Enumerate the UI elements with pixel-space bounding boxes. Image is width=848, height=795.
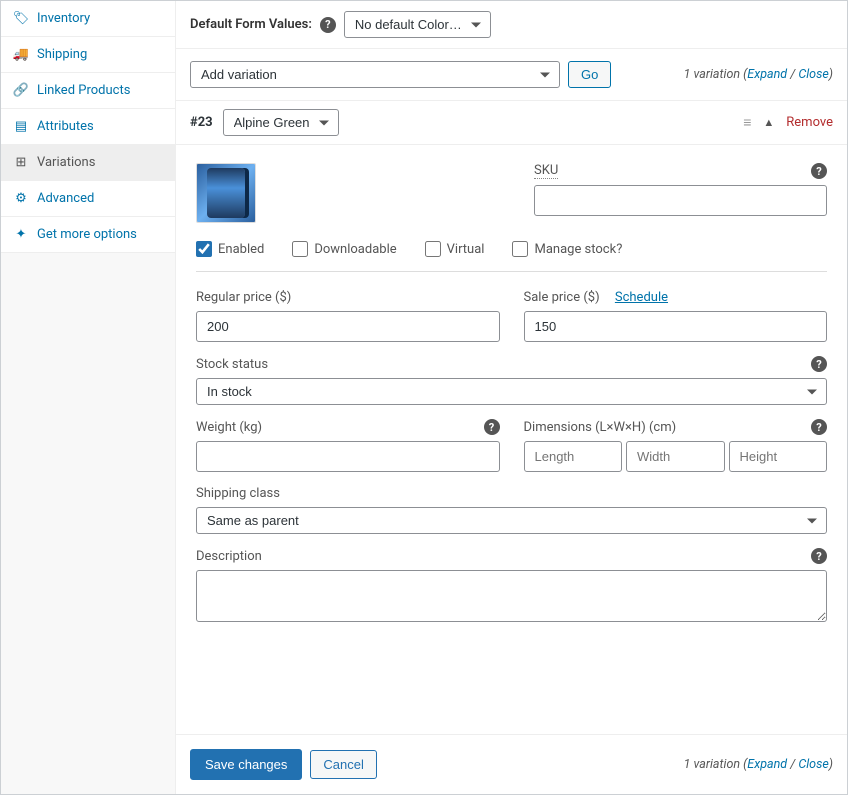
sku-input[interactable] [534, 185, 827, 216]
link-icon: 🔗 [13, 83, 29, 98]
variations-panel: Default Form Values: ? No default Color…… [176, 1, 847, 794]
drag-handle-icon[interactable]: ≡ [743, 114, 751, 131]
sale-price-input[interactable] [524, 311, 828, 342]
downloadable-checkbox[interactable] [292, 241, 308, 257]
shipping-class-select[interactable]: Same as parent [196, 507, 827, 534]
close-link[interactable]: Close [798, 67, 828, 82]
weight-label: Weight (kg) [196, 420, 262, 435]
product-thumbnail-icon [207, 168, 245, 218]
save-changes-button[interactable]: Save changes [190, 749, 302, 780]
help-icon[interactable]: ? [811, 548, 827, 564]
variation-checkboxes: Enabled Downloadable Virtual Manage stoc… [196, 237, 827, 272]
enabled-checkbox[interactable] [196, 241, 212, 257]
height-input[interactable] [729, 441, 828, 472]
expand-link-footer[interactable]: Expand [747, 757, 787, 772]
sidebar-item-inventory[interactable]: 🏷 Inventory [1, 1, 175, 37]
dimensions-label: Dimensions (L×W×H) (cm) [524, 420, 677, 435]
help-icon[interactable]: ? [811, 419, 827, 435]
variation-header[interactable]: #23 Alpine Green ≡ ▲ Remove [176, 101, 847, 145]
product-data-panel: 🏷 Inventory 🚚 Shipping 🔗 Linked Products… [0, 0, 848, 795]
variations-toolbar: Add variation Go 1 variation (Expand / C… [176, 49, 847, 101]
default-color-select[interactable]: No default Color… [344, 11, 491, 38]
description-label: Description [196, 549, 262, 564]
help-icon[interactable]: ? [811, 163, 827, 179]
truck-icon: 🚚 [13, 47, 29, 62]
sidebar-item-linked-products[interactable]: 🔗 Linked Products [1, 73, 175, 109]
stock-status-select[interactable]: In stock [196, 378, 827, 405]
shipping-class-label: Shipping class [196, 486, 280, 501]
sidebar-item-get-more-options[interactable]: ✦ Get more options [1, 217, 175, 253]
sku-label: SKU [534, 163, 558, 179]
sidebar-item-advanced[interactable]: ⚙ Advanced [1, 181, 175, 217]
enabled-checkbox-wrap[interactable]: Enabled [196, 241, 264, 257]
manage-stock-checkbox[interactable] [512, 241, 528, 257]
help-icon[interactable]: ? [811, 356, 827, 372]
cancel-button[interactable]: Cancel [310, 750, 376, 779]
regular-price-input[interactable] [196, 311, 500, 342]
length-input[interactable] [524, 441, 623, 472]
sidebar-item-label: Get more options [37, 227, 137, 242]
tag-icon: 🏷 [13, 11, 29, 26]
gear-icon: ⚙ [13, 191, 29, 206]
virtual-checkbox[interactable] [425, 241, 441, 257]
sidebar-item-shipping[interactable]: 🚚 Shipping [1, 37, 175, 73]
product-tabs-sidebar: 🏷 Inventory 🚚 Shipping 🔗 Linked Products… [1, 1, 176, 794]
sidebar-item-label: Attributes [37, 119, 94, 134]
variation-body: SKU ? Enabled Downloadable Virtual [176, 145, 847, 646]
downloadable-checkbox-wrap[interactable]: Downloadable [292, 241, 396, 257]
sidebar-item-attributes[interactable]: ▤ Attributes [1, 109, 175, 145]
weight-input[interactable] [196, 441, 500, 472]
width-input[interactable] [626, 441, 725, 472]
list-icon: ▤ [13, 119, 29, 134]
description-textarea[interactable] [196, 570, 827, 622]
sidebar-item-label: Advanced [37, 191, 94, 206]
default-form-values-label: Default Form Values: [190, 17, 312, 32]
sidebar-item-label: Linked Products [37, 83, 130, 98]
variation-id: #23 [190, 115, 213, 130]
variations-footer: Save changes Cancel 1 variation (Expand … [176, 734, 847, 794]
remove-variation-link[interactable]: Remove [786, 115, 833, 130]
sidebar-item-label: Inventory [37, 11, 90, 26]
regular-price-label: Regular price ($) [196, 290, 291, 305]
variation-color-select[interactable]: Alpine Green [223, 109, 339, 136]
stock-status-label: Stock status [196, 357, 268, 372]
manage-stock-checkbox-wrap[interactable]: Manage stock? [512, 241, 622, 257]
close-link-footer[interactable]: Close [798, 757, 828, 772]
help-icon[interactable]: ? [484, 419, 500, 435]
virtual-checkbox-wrap[interactable]: Virtual [425, 241, 485, 257]
schedule-link[interactable]: Schedule [615, 290, 668, 305]
help-icon[interactable]: ? [320, 17, 336, 33]
default-form-values-row: Default Form Values: ? No default Color… [176, 1, 847, 49]
variation-summary-footer: 1 variation (Expand / Close) [684, 757, 833, 772]
sale-price-label: Sale price ($) [524, 290, 600, 305]
sidebar-item-label: Variations [37, 155, 95, 170]
go-button[interactable]: Go [568, 61, 611, 88]
variation-image-upload[interactable] [196, 163, 256, 223]
sidebar-item-variations[interactable]: ⊞ Variations [1, 145, 175, 181]
sidebar-item-label: Shipping [37, 47, 87, 62]
collapse-icon[interactable]: ▲ [763, 116, 774, 129]
sparkle-icon: ✦ [13, 227, 29, 242]
grid-icon: ⊞ [13, 155, 29, 170]
variation-summary: 1 variation (Expand / Close) [684, 67, 833, 82]
expand-link[interactable]: Expand [747, 67, 787, 82]
variation-action-select[interactable]: Add variation [190, 61, 560, 88]
